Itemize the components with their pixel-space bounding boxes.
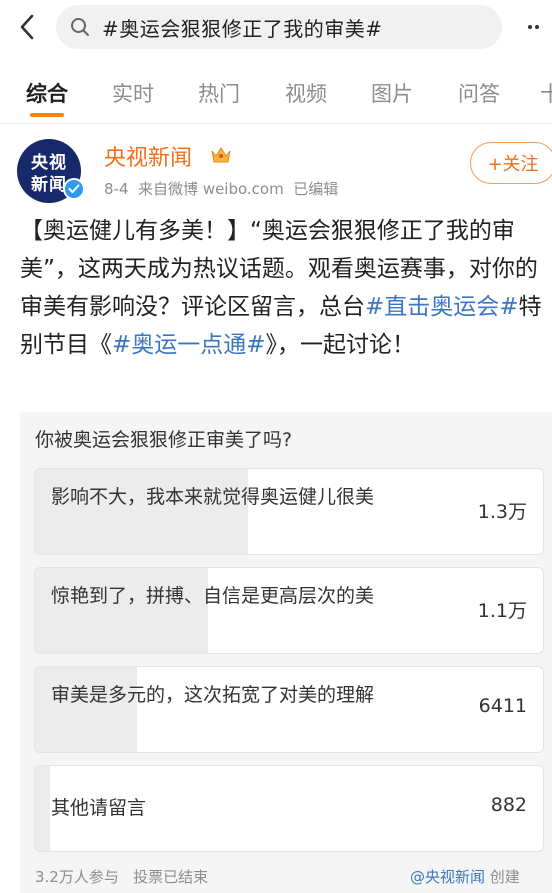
search-query: #奥运会狠狠修正了我的审美# [102,16,383,41]
hashtag-link[interactable]: #直击奥运会# [365,294,519,320]
chevron-left-icon [20,14,34,40]
post-edited: 已编辑 [293,180,339,198]
author-name[interactable]: 央视新闻 [104,140,192,172]
poll-option[interactable]: 其他请留言 882 [34,765,544,852]
search-icon [71,18,89,36]
back-button[interactable] [12,12,42,42]
top-bar: #奥运会狠狠修正了我的审美# [0,0,552,58]
post-text: 【奥运健儿有多美！】“奥运会狠狠修正了我的审美”，这两天成为热议话题。观看奥运赛… [20,212,552,364]
post-date: 8-4 [104,180,129,198]
tab-comprehensive[interactable]: 综合 [26,78,68,108]
more-dot-icon [527,25,532,29]
poll-option-count: 6411 [478,695,527,717]
poll-creator-link[interactable]: @央视新闻 [410,868,485,886]
poll-status: 投票已结束 [133,868,209,886]
poll-option[interactable]: 审美是多元的，这次拓宽了对美的理解 6411 [34,666,544,753]
more-dot-icon [534,25,539,29]
more-button[interactable] [518,12,548,42]
poll-option-label: 审美是多元的，这次拓宽了对美的理解 [51,684,375,706]
tab-more[interactable]: 十 [540,78,552,108]
poll-option-count: 1.1万 [477,600,527,622]
poll-option[interactable]: 惊艳到了，拼搏、自信是更高层次的美 1.1万 [34,567,544,654]
poll-option-label: 其他请留言 [51,797,147,819]
poll-option[interactable]: 影响不大，我本来就觉得奥运健儿很美 1.3万 [34,468,544,555]
poll-option-count: 882 [490,794,527,816]
tab-realtime[interactable]: 实时 [112,78,154,108]
poll-footer: 3.2万人参与 投票已结束 [35,866,208,887]
post-text-part: 》，一起讨论！ [265,332,416,358]
poll-option-bar [35,766,51,851]
poll-creator-suffix: 创建 [489,868,520,886]
active-tab-indicator [30,113,64,117]
poll-question: 你被奥运会狠狠修正审美了吗? [35,429,293,451]
tab-hot[interactable]: 热门 [198,78,240,108]
post-meta: 8-4 来自微博 weibo.com 已编辑 [104,178,338,199]
poll-creator: @央视新闻 创建 [410,866,520,887]
poll-option-label: 影响不大，我本来就觉得奥运健儿很美 [51,486,375,508]
verified-badge-icon [63,178,85,200]
tab-video[interactable]: 视频 [285,78,327,108]
post-source: 来自微博 weibo.com [138,180,284,198]
follow-button[interactable]: +关注 [470,142,552,184]
hashtag-link[interactable]: #奥运一点通# [112,332,266,358]
tab-qa[interactable]: 问答 [458,78,500,108]
crown-icon [211,147,231,163]
poll-participants: 3.2万人参与 [35,868,119,886]
filter-tabs: 综合 实时 热门 视频 图片 问答 十 [0,58,552,124]
tab-images[interactable]: 图片 [371,78,413,108]
poll-card: 你被奥运会狠狠修正审美了吗? 影响不大，我本来就觉得奥运健儿很美 1.3万 惊艳… [20,412,552,893]
poll-option-label: 惊艳到了，拼搏、自信是更高层次的美 [51,585,375,607]
poll-option-count: 1.3万 [477,501,527,523]
search-field[interactable]: #奥运会狠狠修正了我的审美# [56,5,502,49]
